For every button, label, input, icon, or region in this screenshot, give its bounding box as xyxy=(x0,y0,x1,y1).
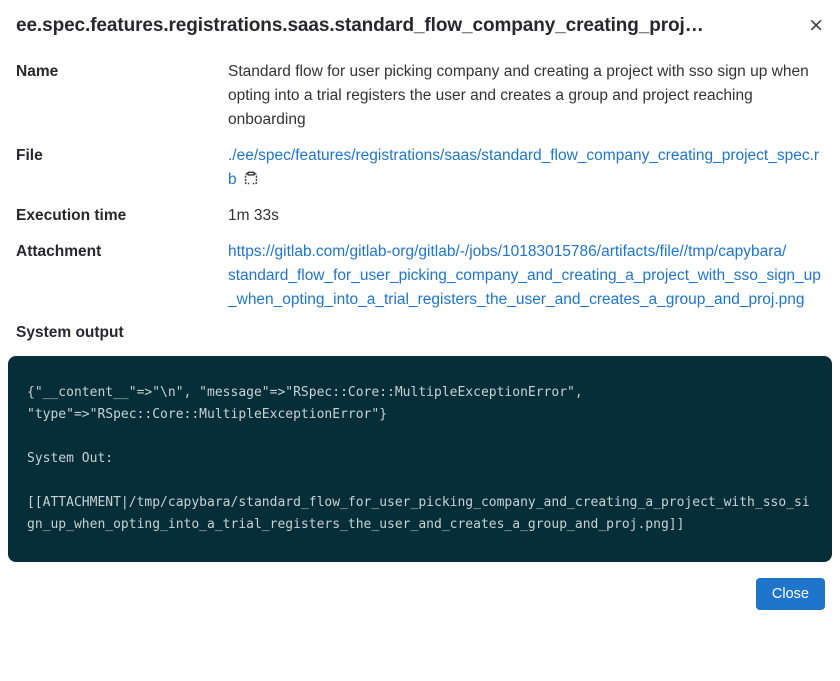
system-output-text: {"__content__"=>"\n", "message"=>"RSpec:… xyxy=(27,382,813,536)
execution-time-label: Execution time xyxy=(16,204,228,228)
file-label: File xyxy=(16,144,228,192)
attachment-label: Attachment xyxy=(16,240,228,312)
name-value: Standard flow for user picking company a… xyxy=(228,60,824,132)
name-label: Name xyxy=(16,60,228,132)
modal-title: ee.spec.features.registrations.saas.stan… xyxy=(16,13,802,38)
system-output-console: {"__content__"=>"\n", "message"=>"RSpec:… xyxy=(8,356,832,562)
system-output-heading: System output xyxy=(16,324,824,342)
modal-header: ee.spec.features.registrations.saas.stan… xyxy=(0,0,840,38)
row-file: File ./ee/spec/features/registrations/sa… xyxy=(16,144,824,192)
modal-footer: Close xyxy=(0,562,840,610)
row-name: Name Standard flow for user picking comp… xyxy=(16,60,824,132)
close-button[interactable]: Close xyxy=(756,578,825,610)
copy-to-clipboard-icon[interactable] xyxy=(244,170,258,186)
row-execution-time: Execution time 1m 33s xyxy=(16,204,824,228)
execution-time-value: 1m 33s xyxy=(228,204,824,228)
row-attachment: Attachment https:/​/​gitlab.com/​gitlab-… xyxy=(16,240,824,312)
attachment-link[interactable]: https:/​/​gitlab.com/​gitlab-org/​gitlab… xyxy=(228,243,821,308)
close-icon[interactable]: × xyxy=(802,13,824,38)
file-value: ./ee/spec/features/registrations/saas/st… xyxy=(228,144,824,192)
file-link[interactable]: ./ee/spec/features/registrations/saas/st… xyxy=(228,147,819,188)
modal-body: Name Standard flow for user picking comp… xyxy=(0,38,840,342)
test-detail-modal: ee.spec.features.registrations.saas.stan… xyxy=(0,0,840,681)
attachment-value: https:/​/​gitlab.com/​gitlab-org/​gitlab… xyxy=(228,240,824,312)
